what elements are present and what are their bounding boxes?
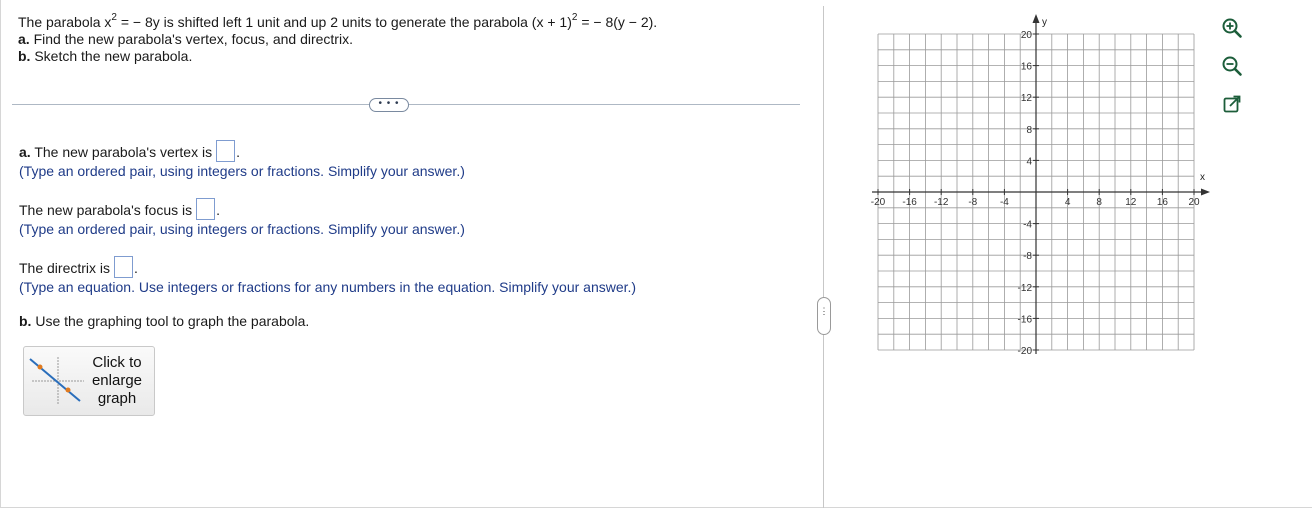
focus-hint: (Type an ordered pair, using integers or… [19, 221, 465, 237]
vertex-label: The new parabola's vertex is [30, 144, 213, 160]
graph-toolbar [1218, 14, 1250, 128]
popout-icon [1223, 95, 1241, 113]
y-tick-label: -20 [1018, 346, 1033, 357]
y-axis-arrow [1032, 14, 1040, 23]
problem-text-2: = − 8y is shifted left 1 unit and up 2 u… [116, 14, 572, 30]
enlarge-line-2: enlarge [91, 372, 143, 389]
period: . [236, 144, 240, 160]
exponent-2: 2 [571, 12, 578, 24]
exponent-1: 2 [111, 12, 117, 24]
answer-a-label: a. [19, 144, 31, 160]
problem-statement: The parabola x2 = − 8y is shifted left 1… [18, 12, 658, 31]
y-tick-label: 8 [1026, 125, 1032, 136]
panel-divider [823, 6, 824, 508]
problem-text-1: The parabola x [18, 14, 112, 30]
vertex-hint: (Type an ordered pair, using integers or… [19, 163, 465, 179]
coordinate-graph[interactable]: x y -20 -16 -12 -8 -4 4 8 12 16 20 20 16 12 8 4 -4 -8 -12 -1… [858, 12, 1210, 360]
x-tick-label: 8 [1096, 197, 1102, 208]
graph-thumbnail-icon [29, 357, 84, 405]
graph-prompt: b. Use the graphing tool to graph the pa… [19, 312, 309, 330]
y-tick-label: -8 [1023, 251, 1032, 262]
zoom-out-icon [1222, 56, 1242, 76]
y-tick-label: 4 [1026, 156, 1032, 167]
y-tick-label: -12 [1018, 283, 1033, 294]
handle-dots: ⋮ [819, 306, 829, 316]
graph-prompt-text: Use the graphing tool to graph the parab… [31, 313, 310, 329]
y-axis-label: y [1042, 17, 1047, 28]
part-a-label: a. [18, 31, 30, 47]
focus-prompt: The new parabola's focus is. [19, 198, 220, 220]
y-tick-label: 12 [1021, 93, 1033, 104]
question-panel: The parabola x2 = − 8y is shifted left 1… [0, 0, 822, 508]
problem-text-3: = − 8(y − 2). [577, 14, 658, 30]
x-axis-label: x [1200, 172, 1205, 183]
popout-button[interactable] [1218, 90, 1246, 118]
x-tick-label: -20 [871, 197, 886, 208]
expand-button[interactable]: • • • [369, 98, 409, 112]
part-b-instruction: b. Sketch the new parabola. [18, 48, 657, 65]
period: . [216, 202, 220, 218]
directrix-label: The directrix is [19, 260, 111, 276]
y-tick-label: 20 [1021, 30, 1033, 41]
panel-resize-handle[interactable]: ⋮ [817, 297, 831, 335]
focus-input[interactable] [196, 198, 216, 220]
x-tick-label: 20 [1188, 197, 1200, 208]
period: . [134, 260, 138, 276]
zoom-in-icon [1222, 18, 1242, 38]
y-tick-label: -4 [1023, 220, 1032, 231]
x-tick-label: 4 [1065, 197, 1071, 208]
y-tick-label: 16 [1021, 62, 1033, 73]
enlarge-line-1: Click to [92, 354, 142, 371]
enlarge-graph-label: Click to enlarge graph [86, 354, 148, 408]
x-tick-label: -4 [1000, 197, 1009, 208]
enlarge-line-3: graph [97, 390, 137, 407]
part-a-instruction: a. Find the new parabola's vertex, focus… [18, 31, 657, 48]
zoom-in-button[interactable] [1218, 14, 1246, 42]
y-tick-label: -16 [1018, 314, 1033, 325]
x-tick-label: -16 [902, 197, 917, 208]
directrix-input[interactable] [114, 256, 134, 278]
vertex-input[interactable] [216, 140, 236, 162]
vertex-prompt: a. The new parabola's vertex is. [19, 140, 240, 162]
part-a-text: Find the new parabola's vertex, focus, a… [29, 31, 353, 47]
x-tick-label: 12 [1125, 197, 1137, 208]
x-tick-label: -12 [934, 197, 949, 208]
x-tick-label: -8 [968, 197, 977, 208]
enlarge-graph-button[interactable]: Click to enlarge graph [23, 346, 155, 416]
directrix-prompt: The directrix is. [19, 256, 138, 278]
part-b-label: b. [18, 48, 31, 64]
x-axis-arrow [1201, 188, 1210, 196]
answer-b-label: b. [19, 313, 32, 329]
directrix-hint: (Type an equation. Use integers or fract… [19, 279, 637, 295]
focus-label: The new parabola's focus is [19, 202, 193, 218]
part-b-text: Sketch the new parabola. [30, 48, 193, 64]
x-tick-label: 16 [1157, 197, 1169, 208]
question-text: The parabola x2 = − 8y is shifted left 1… [18, 12, 658, 65]
zoom-out-button[interactable] [1218, 52, 1246, 80]
